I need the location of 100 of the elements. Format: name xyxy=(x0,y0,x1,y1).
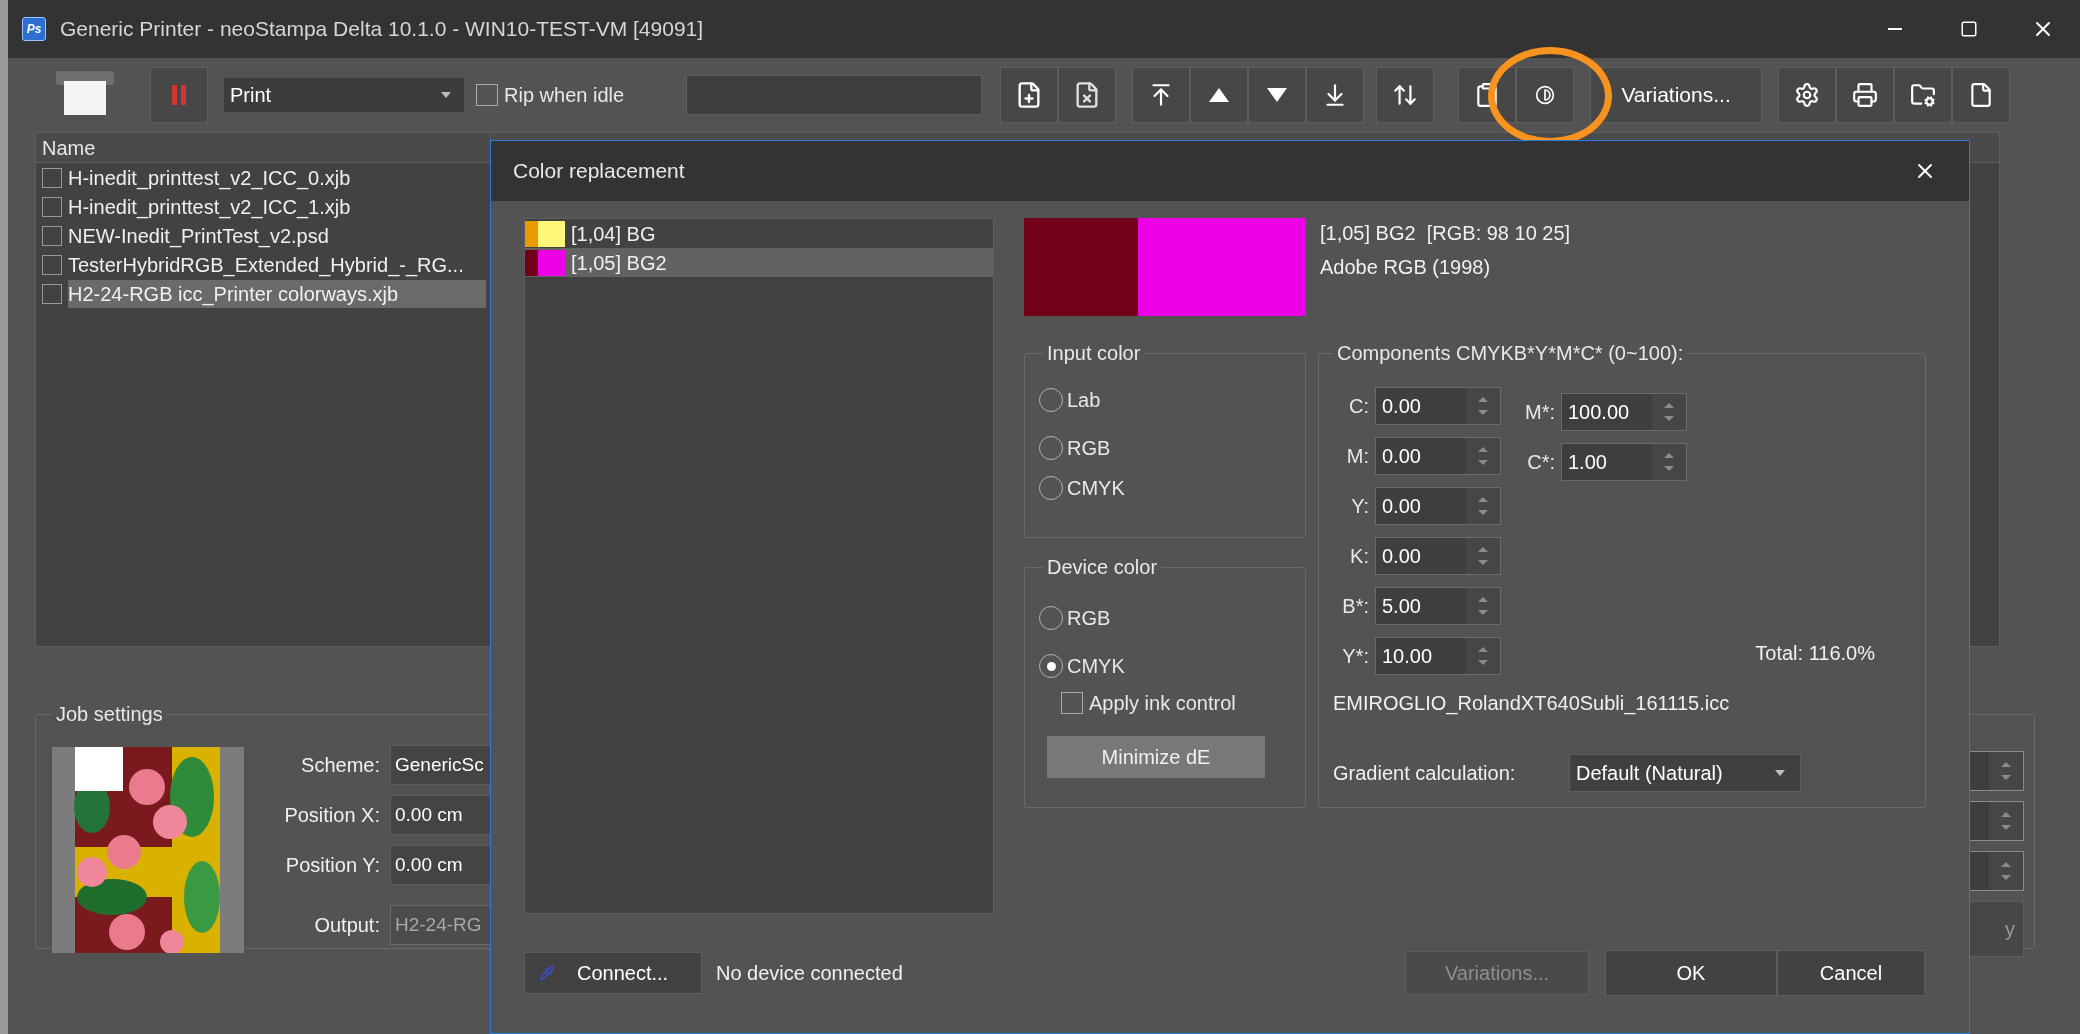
row-checkbox[interactable] xyxy=(42,167,62,188)
spinbox-value: 0.00 xyxy=(1381,494,1422,519)
triangle-down-icon xyxy=(1266,87,1289,103)
folder-settings-button[interactable] xyxy=(1894,67,1953,123)
checkbox[interactable] xyxy=(476,84,498,106)
spin-arrows[interactable] xyxy=(1466,388,1500,424)
move-top-button[interactable] xyxy=(1132,67,1191,123)
settings-icon xyxy=(1794,82,1821,108)
spin-arrows[interactable] xyxy=(1652,444,1686,480)
number-spinbox[interactable]: 0.00 xyxy=(1375,537,1501,575)
group-title: Input color xyxy=(1046,341,1142,366)
group-title: Job settings xyxy=(55,702,164,727)
number-spinbox[interactable]: 0.00 xyxy=(1375,437,1501,475)
color-info: [1,05] BG2 [RGB: 98 10 25] xyxy=(1320,221,1571,246)
color-list-item[interactable]: [1,04] BG xyxy=(525,219,993,248)
variations-button[interactable]: Variations... xyxy=(1590,67,1763,123)
radio-label: RGB xyxy=(1067,436,1111,461)
color-replacement-button[interactable] xyxy=(1516,67,1575,123)
printer-settings-button[interactable] xyxy=(1836,67,1895,123)
spinbox-value: 0.00 xyxy=(1381,394,1422,419)
text-field[interactable] xyxy=(686,75,983,115)
add-file-button[interactable] xyxy=(1000,67,1059,123)
ok-button[interactable]: OK xyxy=(1605,950,1777,996)
number-spinbox[interactable]: 100.00 xyxy=(1561,393,1687,431)
color-list-item[interactable]: [1,05] BG2 xyxy=(525,248,993,277)
mode-dropdown[interactable]: Print xyxy=(224,78,464,112)
settings-button[interactable] xyxy=(1778,67,1837,123)
number-spinbox[interactable]: 5.00 xyxy=(1375,587,1501,625)
spin-arrows[interactable] xyxy=(1652,394,1686,430)
minimize-icon xyxy=(1888,28,1902,30)
spinbox-value: 0.00 xyxy=(1381,444,1422,469)
spinbox-value: 1.00 xyxy=(1567,450,1608,475)
field-label: Gradient calculation: xyxy=(1333,761,1517,786)
spin-arrows[interactable] xyxy=(1466,438,1500,474)
app-logo: Ps xyxy=(22,17,46,41)
job-list-item[interactable]: H2-24-RGB icc_Printer colorways.xjb xyxy=(68,279,486,308)
field-label: Position Y: xyxy=(284,853,380,878)
number-spinbox[interactable]: 1.00 xyxy=(1561,443,1687,481)
row-checkbox[interactable] xyxy=(42,196,62,217)
spinbox-value: 5.00 xyxy=(1381,594,1422,619)
spin-arrows[interactable] xyxy=(1466,538,1500,574)
job-list-item[interactable]: H-inedit_printtest_v2_ICC_0.xjb xyxy=(68,163,486,192)
total-text: Total: 116.0% xyxy=(1755,641,1875,666)
dialog-title: Color replacement xyxy=(513,158,685,185)
connect-button[interactable]: Connect... xyxy=(524,952,702,994)
group-title: Components CMYKB*Y*M*C* (0~100): xyxy=(1336,341,1685,366)
color-profile: Adobe RGB (1998) xyxy=(1320,255,1492,280)
job-list-item[interactable]: TesterHybridRGB_Extended_Hybrid_-_RG... xyxy=(68,250,486,279)
field-label: Output: xyxy=(313,913,380,938)
cancel-button[interactable]: Cancel xyxy=(1777,950,1925,996)
radio-label: CMYK xyxy=(1067,654,1125,679)
move-up-button[interactable] xyxy=(1190,67,1249,123)
number-spinbox[interactable]: 0.00 xyxy=(1375,387,1501,425)
job-list-item[interactable]: H-inedit_printtest_v2_ICC_1.xjb xyxy=(68,192,486,221)
move-bottom-button[interactable] xyxy=(1306,67,1365,123)
spin-arrows[interactable] xyxy=(1989,752,2023,790)
triangle-up-icon xyxy=(1208,87,1231,103)
spinbox-value: 10.00 xyxy=(1381,644,1434,669)
checkbox-label: Apply ink control xyxy=(1089,691,1236,716)
number-spinbox[interactable]: 0.00 xyxy=(1375,487,1501,525)
component-label: M: xyxy=(1345,444,1369,469)
profile-name: EMIROGLIO_RolandXT640Subli_161115.icc xyxy=(1333,691,1731,717)
sort-button[interactable] xyxy=(1376,67,1435,123)
spin-arrows[interactable] xyxy=(1989,852,2023,890)
spin-arrows[interactable] xyxy=(1466,588,1500,624)
row-checkbox[interactable] xyxy=(42,225,62,246)
move-down-button[interactable] xyxy=(1248,67,1307,123)
row-checkbox[interactable] xyxy=(42,283,62,304)
spin-arrows[interactable] xyxy=(1466,488,1500,524)
maximize-icon xyxy=(1960,20,1978,38)
gradient-dropdown[interactable]: Default (Natural) xyxy=(1569,754,1801,792)
folder-gear-icon xyxy=(1910,82,1937,108)
spin-arrows[interactable] xyxy=(1466,638,1500,674)
field-label: Position X: xyxy=(283,803,380,828)
group-title: Device color xyxy=(1046,555,1159,580)
pipette-icon xyxy=(539,965,555,981)
dropdown-caret-icon xyxy=(1774,769,1786,777)
connection-status: No device connected xyxy=(716,961,903,986)
document-button[interactable] xyxy=(1952,67,2011,123)
contrast-icon xyxy=(1535,85,1556,105)
color-name: [1,05] BG2 xyxy=(571,250,667,276)
component-label: B*: xyxy=(1341,594,1369,619)
dropdown-caret-icon xyxy=(440,91,452,99)
pause-button[interactable] xyxy=(150,67,208,123)
number-spinbox[interactable]: 10.00 xyxy=(1375,637,1501,675)
component-label: C: xyxy=(1348,394,1369,419)
spinbox-value: 100.00 xyxy=(1567,400,1631,425)
spin-arrows[interactable] xyxy=(1989,802,2023,840)
remove-file-button[interactable] xyxy=(1058,67,1117,123)
field-label: Scheme: xyxy=(300,753,380,778)
color-name: [1,04] BG xyxy=(571,221,656,247)
checkbox[interactable] xyxy=(1061,692,1083,714)
component-label: M*: xyxy=(1524,400,1555,425)
component-label: Y*: xyxy=(1341,644,1369,669)
minimize-de-button[interactable]: Minimize dE xyxy=(1047,736,1265,778)
sort-icon xyxy=(1392,82,1419,108)
row-checkbox[interactable] xyxy=(42,254,62,275)
spinbox-value: 0.00 xyxy=(1381,544,1422,569)
job-list-item[interactable]: NEW-Inedit_PrintTest_v2.psd xyxy=(68,221,486,250)
radio-label: RGB xyxy=(1067,606,1111,631)
